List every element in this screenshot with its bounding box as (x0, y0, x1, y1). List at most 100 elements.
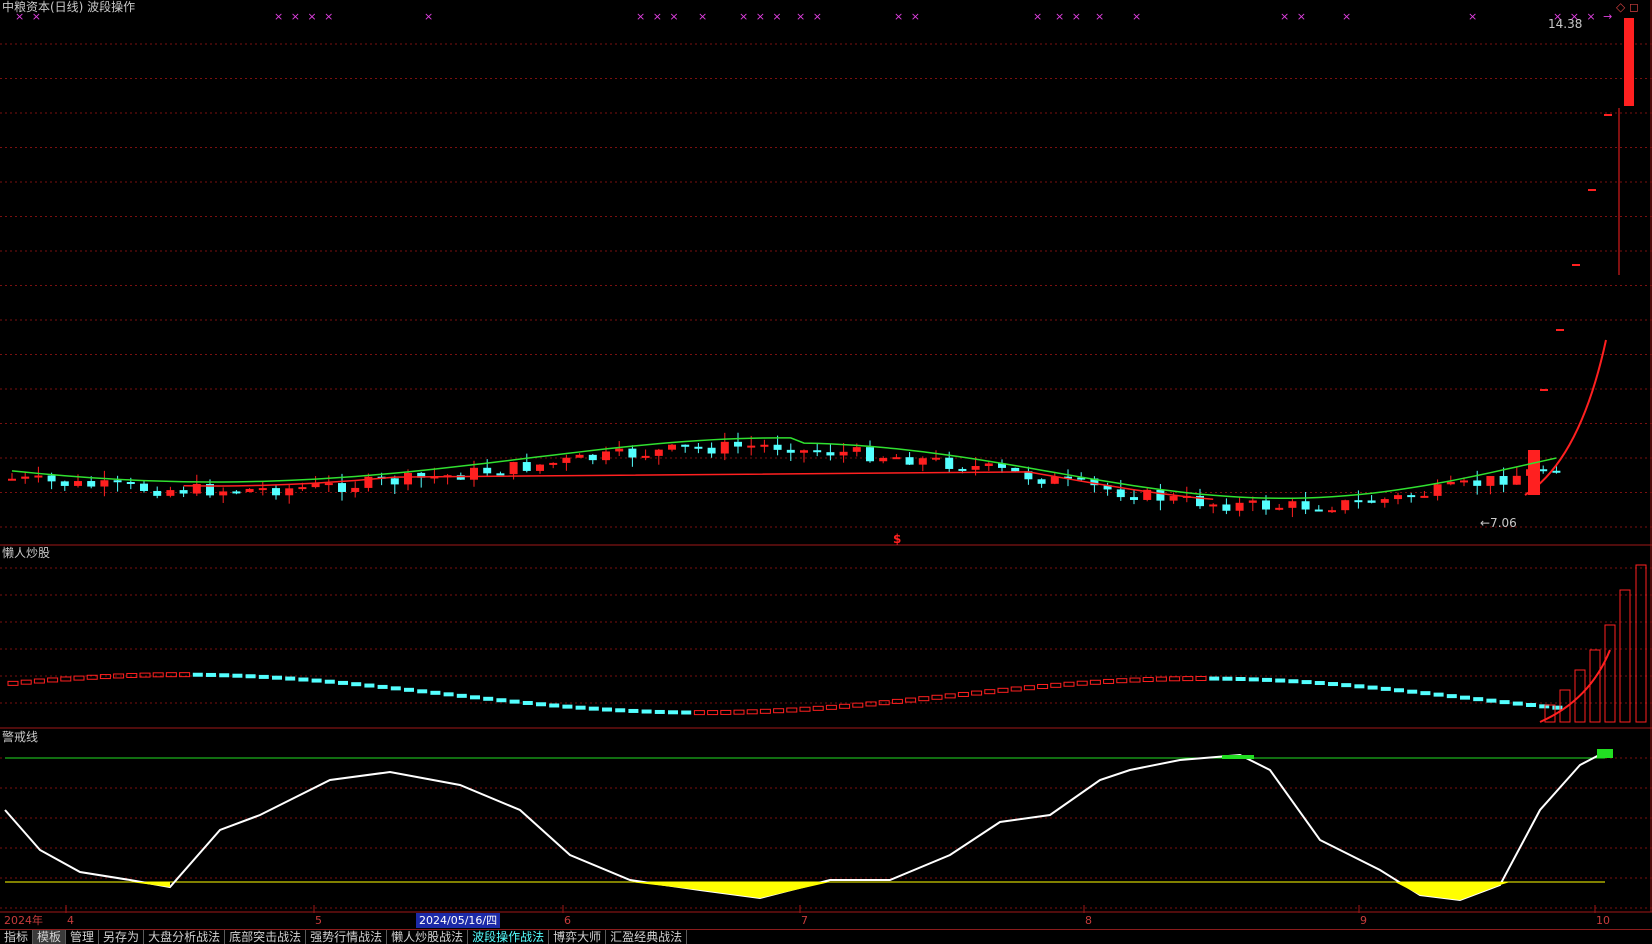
tab-template[interactable]: 模板 (33, 930, 67, 944)
candle-body (1275, 507, 1284, 510)
sub1-block (1142, 677, 1154, 683)
candle-body (1235, 502, 1244, 511)
sub1-block (1341, 683, 1352, 688)
sub1-block (430, 690, 441, 695)
sub1-rally-block (1604, 624, 1616, 723)
candle-body (866, 447, 874, 462)
candle-body (1446, 481, 1455, 485)
candle-body (628, 448, 637, 458)
low-price-label: ←7.06 (1480, 516, 1517, 530)
candle-body (258, 488, 267, 491)
sub1-block (562, 704, 573, 709)
candle-body (87, 481, 96, 487)
candle-body (641, 455, 650, 458)
sub1-block (1499, 700, 1510, 705)
sub1-rally-block (1619, 589, 1631, 723)
sub1-block (1354, 684, 1365, 689)
sub1-block (799, 706, 811, 712)
sub1-block (549, 703, 560, 708)
candle-body (839, 451, 848, 456)
tab-save-as[interactable]: 另存为 (99, 930, 145, 944)
sub1-block (654, 709, 665, 714)
sub1-block (338, 680, 348, 685)
sub1-block (746, 709, 758, 715)
sub1-block (245, 674, 256, 679)
date-year-label: 2024年 (4, 914, 43, 927)
indicator-tab-bar: 指标 模板 管理 另存为 大盘分析战法 底部突击战法 强势行情战法 懒人炒股战法… (0, 929, 1652, 944)
sub1-block (641, 709, 652, 714)
candle-body (747, 445, 756, 448)
tab-swing-trading[interactable]: 波段操作战法 (468, 930, 550, 944)
candle-body (1367, 500, 1376, 503)
tab-manage[interactable]: 管理 (66, 930, 100, 944)
candle-body (338, 483, 346, 492)
sub1-block (285, 676, 296, 681)
tab-indicator[interactable]: 指标 (0, 930, 34, 944)
x-marker: × × (1055, 10, 1083, 23)
tab-strong-trend[interactable]: 强势行情战法 (306, 930, 388, 944)
tab-bottom-breakout[interactable]: 底部突击战法 (225, 930, 307, 944)
candle-body (1328, 510, 1336, 513)
sub1-block (615, 708, 626, 713)
tab-market-analysis[interactable]: 大盘分析战法 (144, 930, 226, 944)
sub1-block (509, 699, 520, 704)
date-month-label: 10 (1596, 914, 1610, 927)
candle-body (8, 478, 16, 481)
sub1-block (1394, 688, 1404, 693)
sub1-block (456, 693, 467, 698)
sub1-block (443, 692, 454, 697)
candle-body (892, 457, 901, 460)
sub1-block (1275, 678, 1286, 683)
candle-body (166, 490, 175, 496)
sub1-block (997, 687, 1009, 693)
sub1-block (628, 708, 639, 713)
x-marker: × (1095, 10, 1107, 23)
sub1-block (1209, 676, 1220, 681)
candle-body (1301, 501, 1310, 510)
candle-body (1486, 476, 1495, 486)
signal-marker: $ (893, 532, 902, 546)
candle-body (602, 451, 610, 461)
candle-body (113, 480, 122, 483)
tab-game-master[interactable]: 博弈大师 (549, 930, 607, 944)
candle-body (536, 464, 544, 471)
candle-body (483, 467, 492, 474)
candle-body (522, 462, 531, 471)
candle-body (800, 450, 808, 453)
x-marker: × (1132, 10, 1144, 23)
stock-chart-canvas[interactable] (0, 0, 1652, 913)
sub1-block (1155, 676, 1167, 682)
sub1-block (1195, 676, 1207, 682)
candle-body (1222, 504, 1231, 511)
candle-body (1341, 500, 1350, 511)
sub1-block (258, 674, 269, 679)
sub1-block (192, 672, 203, 677)
tab-lazy-trading[interactable]: 懒人炒股战法 (387, 930, 469, 944)
sub1-block (786, 707, 798, 713)
sub1-block (905, 697, 917, 703)
candle-body (1130, 497, 1138, 500)
candle-body (1156, 489, 1165, 501)
sub1-block (1076, 680, 1088, 686)
candle-body (232, 491, 241, 494)
sub1-block (20, 679, 32, 685)
sub1-block (759, 708, 771, 714)
tab-classic-strategy[interactable]: 汇盈经典战法 (606, 930, 688, 944)
sub1-block (311, 678, 322, 683)
sub1-block (1222, 676, 1233, 681)
candle-body (153, 490, 162, 496)
candle-body (786, 449, 795, 453)
sub1-block (984, 689, 996, 695)
sub1-block (1063, 681, 1075, 687)
sub2-panel-title: 警戒线 (2, 730, 39, 744)
sub1-block (324, 679, 335, 684)
candle-body (1262, 500, 1270, 510)
sub1-block (7, 680, 19, 686)
toolbar-icons[interactable]: ◇ ◻ (1616, 0, 1639, 14)
sub1-block (47, 677, 59, 683)
x-marker: × × (796, 10, 824, 23)
sub1-block (417, 689, 428, 694)
x-marker: × (1468, 10, 1480, 23)
sub1-block (1116, 678, 1128, 684)
candle-body (509, 462, 518, 475)
